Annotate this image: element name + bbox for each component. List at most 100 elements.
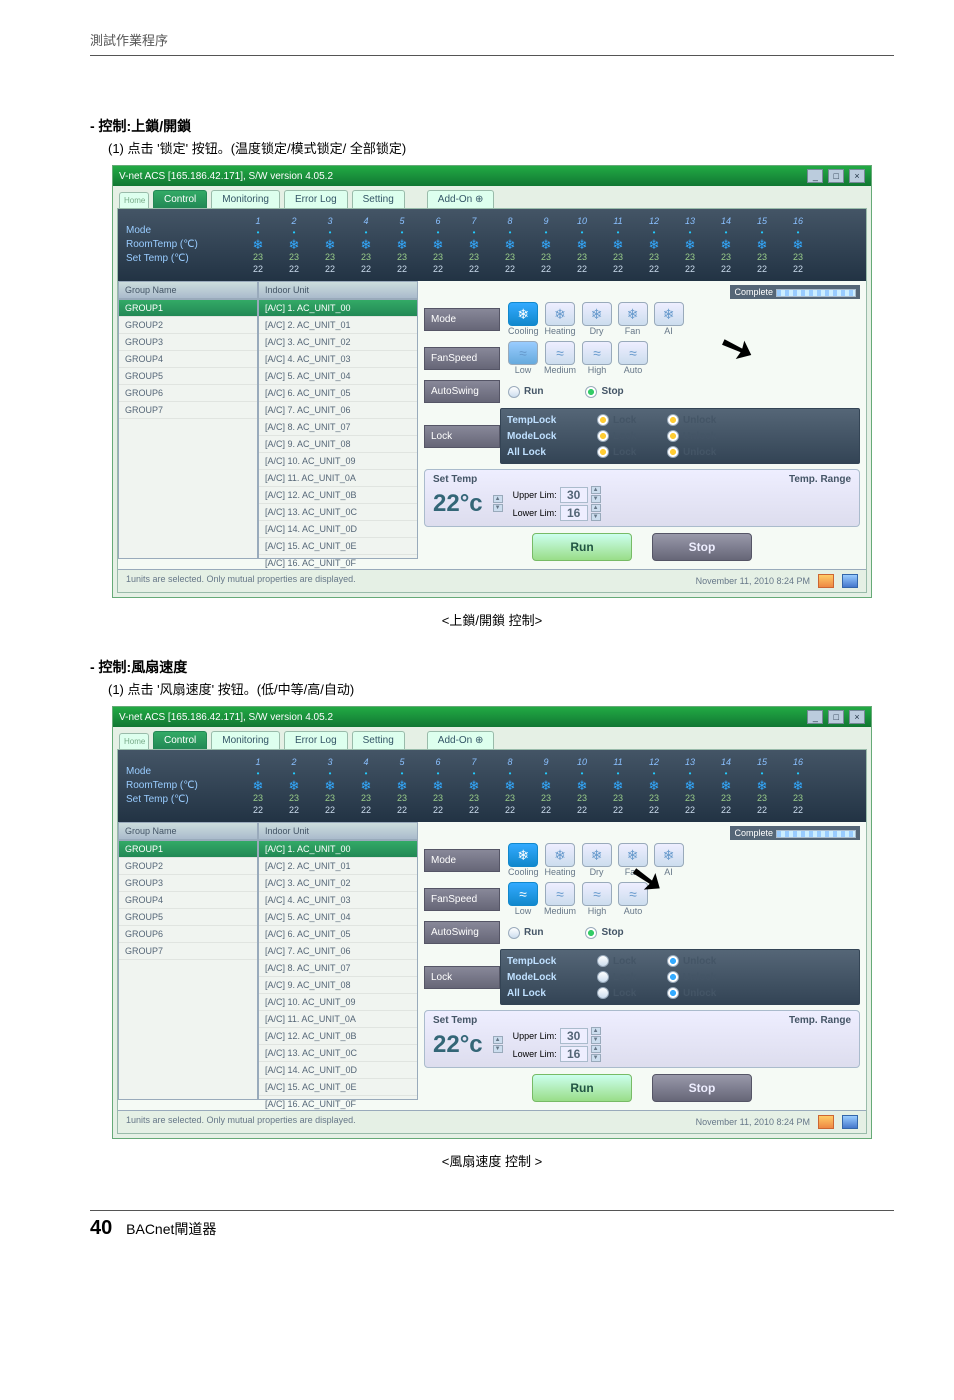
tab-control[interactable]: Control (153, 190, 207, 208)
group-item[interactable]: GROUP1 (119, 841, 257, 858)
tab-control[interactable]: Control (153, 731, 207, 749)
tab-monitoring[interactable]: Monitoring (211, 190, 280, 208)
unit-item[interactable]: [A/C] 14. AC_UNIT_0D (259, 521, 417, 538)
group-item[interactable]: GROUP7 (119, 402, 257, 419)
lowerlim-spinner[interactable]: ▲▼ (591, 504, 601, 521)
run-button[interactable]: Run (532, 1074, 632, 1102)
unit-item[interactable]: [A/C] 10. AC_UNIT_09 (259, 453, 417, 470)
unit-item[interactable]: [A/C] 2. AC_UNIT_01 (259, 858, 417, 875)
group-item[interactable]: GROUP2 (119, 858, 257, 875)
tab-errorlog[interactable]: Error Log (284, 190, 348, 208)
fan-option[interactable]: ≈Auto (618, 341, 648, 375)
group-item[interactable]: GROUP5 (119, 368, 257, 385)
fan-option[interactable]: ≈Low (508, 341, 538, 375)
mode-option[interactable]: ❄Heating (545, 843, 576, 877)
upperlim-spinner[interactable]: ▲▼ (591, 1027, 601, 1044)
unit-item[interactable]: [A/C] 2. AC_UNIT_01 (259, 317, 417, 334)
unit-item[interactable]: [A/C] 11. AC_UNIT_0A (259, 1011, 417, 1028)
mode-option[interactable]: ❄Fan (618, 302, 648, 336)
mode-option[interactable]: ❄Fan (618, 843, 648, 877)
unit-item[interactable]: [A/C] 15. AC_UNIT_0E (259, 538, 417, 555)
group-item[interactable]: GROUP6 (119, 926, 257, 943)
group-item[interactable]: GROUP5 (119, 909, 257, 926)
lock-btn[interactable]: Lock (597, 430, 657, 442)
unit-item[interactable]: [A/C] 13. AC_UNIT_0C (259, 1045, 417, 1062)
minimize-icon[interactable]: _ (807, 710, 823, 724)
maximize-icon[interactable]: □ (828, 169, 844, 183)
unlock-btn[interactable]: Unlock (667, 987, 727, 999)
close-icon[interactable]: × (849, 710, 865, 724)
group-item[interactable]: GROUP2 (119, 317, 257, 334)
unlock-btn[interactable]: Unlock (667, 446, 727, 458)
minimize-icon[interactable]: _ (807, 169, 823, 183)
settemp-spinner[interactable]: ▲▼ (493, 1036, 503, 1053)
unit-item[interactable]: [A/C] 7. AC_UNIT_06 (259, 402, 417, 419)
unit-item[interactable]: [A/C] 7. AC_UNIT_06 (259, 943, 417, 960)
group-item[interactable]: GROUP4 (119, 892, 257, 909)
mode-option[interactable]: ❄Heating (545, 302, 576, 336)
unit-item[interactable]: [A/C] 4. AC_UNIT_03 (259, 351, 417, 368)
tab-home[interactable]: Home (119, 192, 149, 208)
lock-btn[interactable]: Lock (597, 955, 657, 967)
swing-stop[interactable]: Stop (585, 386, 623, 398)
settemp-spinner[interactable]: ▲▼ (493, 495, 503, 512)
tab-addon[interactable]: Add-On ⊕ (427, 731, 495, 749)
unlock-btn[interactable]: Unlock (667, 955, 727, 967)
stop-button[interactable]: Stop (652, 1074, 752, 1102)
tab-home[interactable]: Home (119, 733, 149, 749)
unit-item[interactable]: [A/C] 13. AC_UNIT_0C (259, 504, 417, 521)
group-item[interactable]: GROUP7 (119, 943, 257, 960)
fan-option[interactable]: ≈Medium (544, 341, 576, 375)
unlock-btn[interactable]: Unlock (667, 971, 727, 983)
unlock-btn[interactable]: Unlock (667, 414, 727, 426)
mode-option[interactable]: ❄Dry (582, 302, 612, 336)
maximize-icon[interactable]: □ (828, 710, 844, 724)
mode-option[interactable]: ❄Cooling (508, 302, 539, 336)
unit-item[interactable]: [A/C] 4. AC_UNIT_03 (259, 892, 417, 909)
unlock-btn[interactable]: Unlock (667, 430, 727, 442)
stop-button[interactable]: Stop (652, 533, 752, 561)
mode-option[interactable]: ❄Cooling (508, 843, 539, 877)
unit-item[interactable]: [A/C] 9. AC_UNIT_08 (259, 977, 417, 994)
unit-item[interactable]: [A/C] 9. AC_UNIT_08 (259, 436, 417, 453)
unit-item[interactable]: [A/C] 6. AC_UNIT_05 (259, 385, 417, 402)
group-item[interactable]: GROUP3 (119, 875, 257, 892)
unit-item[interactable]: [A/C] 14. AC_UNIT_0D (259, 1062, 417, 1079)
unit-item[interactable]: [A/C] 11. AC_UNIT_0A (259, 470, 417, 487)
unit-item[interactable]: [A/C] 1. AC_UNIT_00 (259, 300, 417, 317)
lowerlim-spinner[interactable]: ▲▼ (591, 1045, 601, 1062)
close-icon[interactable]: × (849, 169, 865, 183)
lock-btn[interactable]: Lock (597, 446, 657, 458)
unit-item[interactable]: [A/C] 10. AC_UNIT_09 (259, 994, 417, 1011)
group-item[interactable]: GROUP3 (119, 334, 257, 351)
fan-option[interactable]: ≈Low (508, 882, 538, 916)
fan-option[interactable]: ≈Auto (618, 882, 648, 916)
unit-item[interactable]: [A/C] 5. AC_UNIT_04 (259, 909, 417, 926)
swing-run[interactable]: Run (508, 927, 543, 939)
tab-setting[interactable]: Setting (352, 731, 405, 749)
unit-item[interactable]: [A/C] 3. AC_UNIT_02 (259, 875, 417, 892)
run-button[interactable]: Run (532, 533, 632, 561)
fan-option[interactable]: ≈High (582, 341, 612, 375)
tab-addon[interactable]: Add-On ⊕ (427, 190, 495, 208)
unit-item[interactable]: [A/C] 1. AC_UNIT_00 (259, 841, 417, 858)
unit-item[interactable]: [A/C] 5. AC_UNIT_04 (259, 368, 417, 385)
unit-item[interactable]: [A/C] 15. AC_UNIT_0E (259, 1079, 417, 1096)
group-item[interactable]: GROUP4 (119, 351, 257, 368)
fan-option[interactable]: ≈High (582, 882, 612, 916)
tab-setting[interactable]: Setting (352, 190, 405, 208)
group-item[interactable]: GROUP6 (119, 385, 257, 402)
group-item[interactable]: GROUP1 (119, 300, 257, 317)
swing-stop[interactable]: Stop (585, 927, 623, 939)
swing-run[interactable]: Run (508, 386, 543, 398)
mode-option[interactable]: ❄AI (654, 302, 684, 336)
upperlim-spinner[interactable]: ▲▼ (591, 486, 601, 503)
unit-item[interactable]: [A/C] 6. AC_UNIT_05 (259, 926, 417, 943)
lock-btn[interactable]: Lock (597, 971, 657, 983)
unit-item[interactable]: [A/C] 12. AC_UNIT_0B (259, 487, 417, 504)
unit-item[interactable]: [A/C] 8. AC_UNIT_07 (259, 419, 417, 436)
unit-item[interactable]: [A/C] 3. AC_UNIT_02 (259, 334, 417, 351)
mode-option[interactable]: ❄Dry (582, 843, 612, 877)
tab-monitoring[interactable]: Monitoring (211, 731, 280, 749)
unit-item[interactable]: [A/C] 8. AC_UNIT_07 (259, 960, 417, 977)
